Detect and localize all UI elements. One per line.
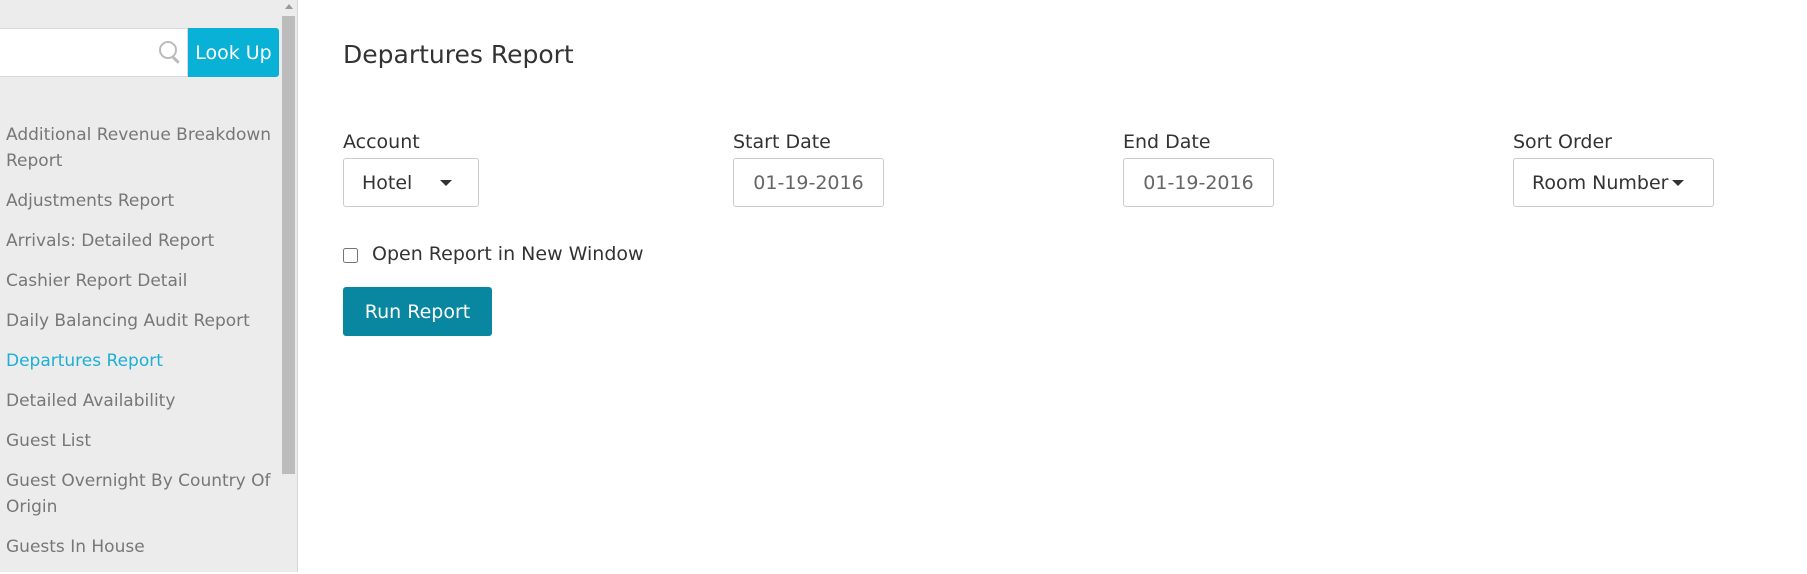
- sidebar-item-departures[interactable]: Departures Report: [6, 348, 274, 374]
- sort-order-label: Sort Order: [1513, 131, 1612, 153]
- sidebar-scrollbar[interactable]: [280, 0, 298, 572]
- lookup-button[interactable]: Look Up: [188, 28, 279, 77]
- account-value: Hotel: [362, 171, 413, 194]
- sidebar-item-guest-overnight[interactable]: Guest Overnight By Country Of Origin: [6, 468, 274, 520]
- sidebar-item-daily-balancing[interactable]: Daily Balancing Audit Report: [6, 308, 274, 334]
- open-new-window-label[interactable]: Open Report in New Window: [372, 243, 644, 265]
- end-date-value: 01-19-2016: [1143, 171, 1254, 194]
- sidebar-item-guest-list[interactable]: Guest List: [6, 428, 274, 454]
- run-report-button[interactable]: Run Report: [343, 287, 492, 336]
- sidebar-item-cashier[interactable]: Cashier Report Detail: [6, 268, 274, 294]
- start-date-value: 01-19-2016: [753, 171, 864, 194]
- account-select[interactable]: Hotel: [343, 158, 479, 207]
- sidebar-item-adjustments[interactable]: Adjustments Report: [6, 188, 274, 214]
- account-label: Account: [343, 131, 420, 153]
- start-date-input[interactable]: 01-19-2016: [733, 158, 884, 207]
- caret-down-icon: [1672, 179, 1685, 186]
- sidebar-item-guests-in-house[interactable]: Guests In House: [6, 534, 274, 560]
- end-date-input[interactable]: 01-19-2016: [1123, 158, 1274, 207]
- sidebar: Look Up Additional Revenue Breakdown Rep…: [0, 0, 280, 572]
- page-title: Departures Report: [343, 40, 574, 69]
- scroll-up-arrow-icon[interactable]: [285, 4, 293, 9]
- scrollbar-thumb[interactable]: [282, 16, 295, 474]
- sort-order-value: Room Number: [1532, 171, 1669, 194]
- sort-order-select[interactable]: Room Number: [1513, 158, 1714, 207]
- sidebar-item-detailed-availability[interactable]: Detailed Availability: [6, 388, 274, 414]
- start-date-label: Start Date: [733, 131, 831, 153]
- open-new-window-checkbox[interactable]: [343, 248, 358, 263]
- search-icon: [159, 41, 177, 59]
- report-list: Additional Revenue Breakdown Report Adju…: [6, 122, 274, 574]
- caret-down-icon: [440, 179, 453, 186]
- sidebar-item-additional-revenue[interactable]: Additional Revenue Breakdown Report: [6, 122, 274, 174]
- sidebar-item-arrivals[interactable]: Arrivals: Detailed Report: [6, 228, 274, 254]
- search-field[interactable]: [0, 28, 188, 77]
- end-date-label: End Date: [1123, 131, 1211, 153]
